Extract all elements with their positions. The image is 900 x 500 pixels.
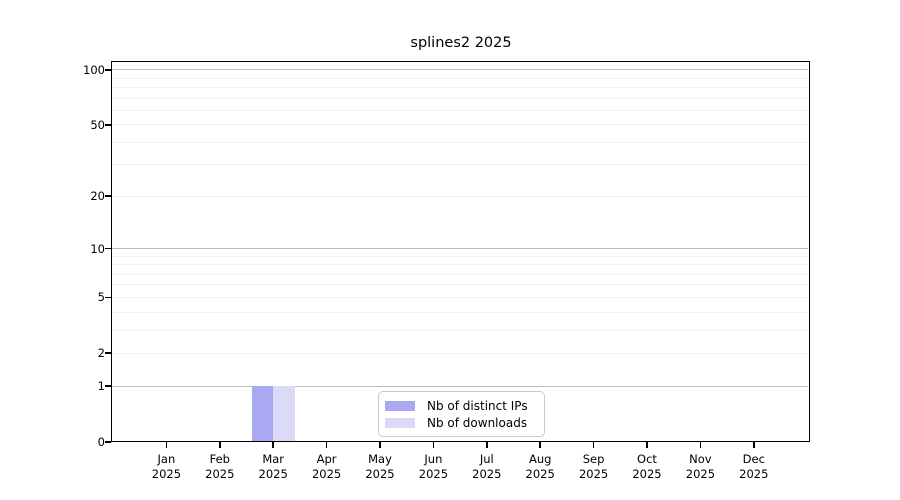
year-label: 2025: [418, 467, 449, 481]
y-axis-tick: [105, 68, 111, 71]
year-label: 2025: [632, 467, 662, 481]
x-axis-tick-label: Sep 2025: [564, 452, 624, 482]
x-axis-tick: [699, 442, 702, 448]
y-axis-tick: [105, 247, 111, 250]
y-axis-tick-label: 5: [97, 290, 105, 305]
month-label: Sep: [582, 452, 605, 466]
year-label: 2025: [311, 467, 342, 481]
year-label: 2025: [525, 467, 555, 481]
x-axis-tick-label: Dec 2025: [724, 452, 784, 482]
x-axis-tick-label: Mar 2025: [243, 452, 303, 482]
y-axis-tick-label: 100: [83, 62, 105, 77]
x-axis-tick: [272, 442, 275, 448]
x-axis-tick-label: Jan 2025: [136, 452, 196, 482]
month-label: May: [368, 452, 392, 466]
x-axis-tick: [752, 442, 755, 448]
y-axis-tick-label: 0: [97, 435, 105, 449]
x-axis-tick-label: Jul 2025: [457, 452, 517, 482]
figure: splines2 2025 0 1 2 5 10 20 50 100 Jan 2025 Feb 202…: [0, 0, 900, 500]
year-label: 2025: [365, 467, 395, 481]
year-label: 2025: [205, 467, 235, 481]
month-label: Feb: [209, 452, 230, 466]
legend: Nb of distinct IPs Nb of downloads: [378, 391, 545, 437]
x-axis-tick-label: Oct 2025: [617, 452, 677, 482]
year-label: 2025: [578, 467, 609, 481]
month-label: Mar: [262, 452, 285, 466]
legend-entry: Nb of distinct IPs: [385, 397, 536, 414]
y-axis-tick: [105, 441, 111, 443]
x-axis-tick: [539, 442, 542, 448]
plot-area-border: [111, 61, 810, 442]
x-axis-tick-label: Apr 2025: [297, 452, 357, 482]
x-axis-tick: [379, 442, 381, 448]
month-label: Nov: [689, 452, 712, 466]
month-label: Jul: [479, 452, 494, 466]
legend-swatch: [385, 400, 415, 411]
year-label: 2025: [258, 467, 288, 481]
year-label: 2025: [739, 467, 769, 481]
y-axis-tick: [105, 352, 111, 355]
x-axis-tick: [592, 442, 595, 448]
x-axis-tick: [646, 442, 648, 448]
month-label: Oct: [637, 452, 657, 466]
legend-swatch: [385, 418, 415, 429]
x-axis-tick: [325, 442, 328, 448]
x-axis-tick: [218, 442, 221, 448]
y-axis-tick-label: 2: [97, 346, 105, 361]
year-label: 2025: [472, 467, 502, 481]
year-label: 2025: [685, 467, 716, 481]
month-label: Jan: [157, 452, 176, 466]
x-axis-tick-label: Feb 2025: [190, 452, 250, 482]
month-label: Dec: [742, 452, 765, 466]
chart-title: splines2 2025: [410, 35, 512, 51]
month-label: Jun: [424, 452, 443, 466]
month-label: Apr: [316, 452, 337, 466]
legend-label: Nb of distinct IPs: [427, 398, 528, 413]
y-axis-tick-label: 10: [90, 241, 105, 256]
y-axis-tick: [105, 195, 111, 198]
y-axis-tick-label: 50: [90, 117, 105, 132]
y-axis-tick: [105, 385, 111, 387]
x-axis-tick-label: Aug 2025: [510, 452, 570, 482]
x-axis-tick-label: Jun 2025: [403, 452, 463, 482]
y-axis-tick: [105, 296, 111, 299]
x-axis-tick: [485, 442, 488, 448]
y-axis-tick-label: 1: [97, 379, 105, 394]
legend-label: Nb of downloads: [427, 416, 528, 431]
x-axis-tick-label: Nov 2025: [670, 452, 730, 482]
y-axis-tick: [105, 123, 111, 126]
legend-entry: Nb of downloads: [385, 415, 536, 432]
year-label: 2025: [151, 467, 182, 481]
x-axis-tick-label: May 2025: [350, 452, 410, 482]
month-label: Aug: [528, 452, 552, 466]
y-axis-tick-label: 20: [90, 189, 105, 204]
x-axis-tick: [165, 442, 168, 448]
x-axis-tick: [432, 442, 435, 448]
